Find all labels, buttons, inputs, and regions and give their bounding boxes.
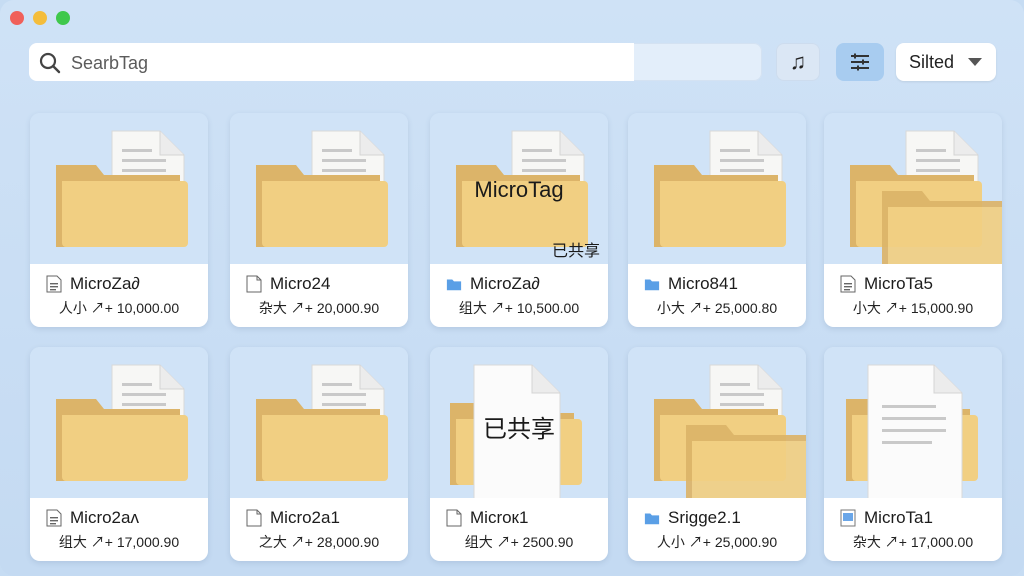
page-icon [446,509,462,527]
sort-label: Silted [909,51,955,72]
folder-icon [644,279,660,291]
file-name-row: MicroZa∂ [446,274,540,294]
file-name-row: MicroTa1 [840,508,933,528]
file-browser-window: ♫ Silted [0,0,1024,576]
file-card[interactable]: Micro24 杂大 ↗+ 20,000.90 [230,113,408,327]
file-thumbnail [628,113,806,264]
file-card[interactable]: Micro2aʌ 组大 ↗+ 17,000.90 [30,347,208,561]
folder-icon [644,513,660,525]
file-size: 人小 ↗+ 25,000.90 [656,534,778,550]
file-name-row: Micro24 [246,274,330,294]
page-icon [246,275,262,293]
file-name: Srigge2.1 [668,508,741,527]
search-bar [29,43,762,81]
file-size: 组大 ↗+ 10,500.00 [458,300,580,316]
page-icon [246,509,262,527]
file-info: Micro2aʌ 组大 ↗+ 17,000.90 [30,498,208,561]
thumbnail-overlay-label: MicroTag [474,177,564,202]
minimize-window-button[interactable] [33,11,47,25]
image-file-icon [840,509,856,527]
file-thumbnail-graphic [56,364,188,481]
window-controls [10,11,70,25]
zoom-window-button[interactable] [56,11,70,25]
file-card[interactable]: Srigge2.1 人小 ↗+ 25,000.90 [628,347,806,561]
document-icon [46,275,62,293]
music-filter-button[interactable]: ♫ [776,43,820,81]
file-size: 杂大 ↗+ 20,000.90 [258,300,380,316]
file-thumbnail [824,113,1002,273]
file-thumbnail [30,347,208,498]
close-window-button[interactable] [10,11,24,25]
list-view-button[interactable] [836,43,884,81]
file-info: MicroTa1 杂大 ↗+ 17,000.00 [824,498,1002,561]
file-name-row: MicroZa∂ [46,274,140,294]
file-size: 人小 ↗+ 10,000.00 [58,300,180,316]
file-card[interactable]: 已共享 Microк1 组大 ↗+ 2500.90 [430,347,608,561]
music-note-icon: ♫ [789,49,807,74]
file-size: 之大 ↗+ 28,000.90 [258,534,380,550]
file-name: MicroTa1 [864,508,933,527]
file-name: MicroZa∂ [70,274,140,293]
folder-icon [446,279,462,291]
file-size: 组大 ↗+ 17,000.90 [58,534,180,550]
file-info: Micro2a1 之大 ↗+ 28,000.90 [230,498,408,561]
file-thumbnail [230,347,408,498]
shared-status-label: 已共享 [483,416,555,443]
file-size: 小大 ↗+ 15,000.90 [852,300,974,316]
search-icon [39,52,61,74]
file-name-row: Srigge2.1 [644,508,741,528]
file-name: Micro2a1 [270,508,340,527]
list-view-icon [851,53,869,71]
file-card[interactable]: MicroTa1 杂大 ↗+ 17,000.00 [824,347,1002,561]
file-card[interactable]: MicroTag 已共享 MicroZa∂ 组大 ↗+ 10,500.00 [430,113,608,327]
file-thumbnail-graphic [846,364,978,504]
file-thumbnail [30,113,208,264]
file-size: 组大 ↗+ 2500.90 [464,534,574,550]
chevron-down-icon [968,58,983,66]
file-name: Micro841 [668,274,738,293]
file-name-row: Microк1 [446,508,528,528]
file-name: MicroTa5 [864,274,933,293]
file-info: MicroZa∂ 人小 ↗+ 10,000.00 [30,264,208,327]
file-name: Micro2aʌ [70,508,139,527]
document-icon [840,275,856,293]
file-card[interactable]: MicroZa∂ 人小 ↗+ 10,000.00 [30,113,208,327]
file-name-row: MicroTa5 [840,274,933,294]
file-thumbnail: MicroTag 已共享 [430,113,608,264]
search-field [29,43,634,81]
file-info: MicroTa5 小大 ↗+ 15,000.90 [824,264,1002,327]
file-thumbnail [628,347,806,507]
file-thumbnail-graphic [850,130,1002,273]
file-info: Micro841 小大 ↗+ 25,000.80 [628,264,806,327]
file-info: Microк1 组大 ↗+ 2500.90 [430,498,608,561]
shared-status-label: 已共享 [551,243,600,260]
file-thumbnail-graphic [256,364,388,481]
document-icon [46,509,62,527]
file-name-row: Micro2aʌ [46,508,139,528]
file-name-row: Micro841 [644,274,738,294]
file-info: MicroZa∂ 组大 ↗+ 10,500.00 [430,264,608,327]
file-thumbnail [230,113,408,264]
file-card[interactable]: Micro841 小大 ↗+ 25,000.80 [628,113,806,327]
file-name: Micro24 [270,274,331,293]
file-card[interactable]: MicroTa5 小大 ↗+ 15,000.90 [824,113,1002,327]
sort-dropdown[interactable]: Silted [896,43,996,81]
file-name: Microк1 [470,508,529,527]
file-thumbnail-graphic [56,130,188,247]
file-size: 小大 ↗+ 25,000.80 [656,300,778,316]
search-input[interactable] [69,47,623,79]
file-thumbnail: 已共享 [430,347,608,500]
file-card[interactable]: Micro2a1 之大 ↗+ 28,000.90 [230,347,408,561]
file-thumbnail-graphic [654,130,786,247]
file-name: MicroZa∂ [470,274,540,293]
file-thumbnail-graphic [256,130,388,247]
file-info: Srigge2.1 人小 ↗+ 25,000.90 [628,498,806,561]
file-name-row: Micro2a1 [246,508,340,528]
file-info: Micro24 杂大 ↗+ 20,000.90 [230,264,408,327]
file-thumbnail-graphic [654,364,806,507]
file-thumbnail [824,347,1002,504]
file-size: 杂大 ↗+ 17,000.00 [852,534,974,550]
